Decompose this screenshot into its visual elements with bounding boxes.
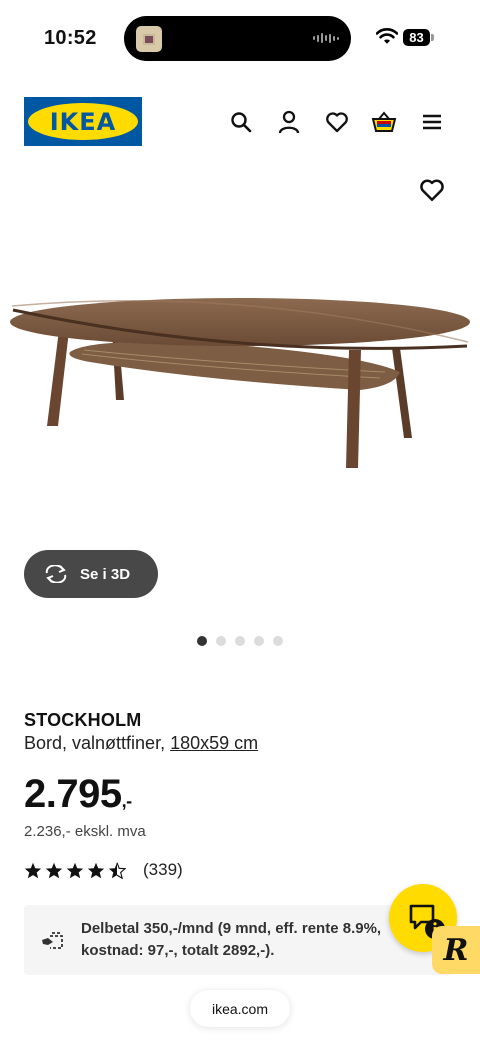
cart-icon[interactable] — [371, 109, 397, 135]
status-time: 10:52 — [44, 27, 97, 49]
product-rating[interactable]: (339) — [24, 860, 183, 880]
logo-text: IKEA — [49, 107, 117, 136]
star-half-icon — [108, 862, 126, 879]
view-in-3d-button[interactable]: Se i 3D — [24, 550, 158, 598]
menu-icon[interactable] — [419, 109, 445, 135]
status-bar: 10:52 83 — [0, 0, 480, 78]
view-in-3d-label: Se i 3D — [80, 565, 131, 583]
carousel-dot[interactable] — [235, 636, 245, 646]
carousel-dot[interactable] — [273, 636, 283, 646]
product-size-link[interactable]: 180x59 cm — [170, 733, 258, 753]
star-full-icon — [45, 862, 63, 878]
site-header: IKEA — [0, 97, 480, 147]
extension-badge-icon[interactable]: R — [432, 926, 480, 974]
wishlist-heart-icon[interactable] — [324, 109, 350, 135]
product-price: 2.795,- — [24, 772, 132, 817]
battery-tip — [431, 34, 434, 41]
financing-text: Delbetal 350,-/mnd (9 mnd, eff. rente 8.… — [81, 920, 382, 959]
installment-icon — [42, 932, 63, 949]
audio-wave-icon — [313, 33, 339, 43]
star-full-icon — [87, 862, 105, 878]
product-description: Bord, valnøttfiner, 180x59 cm — [24, 733, 258, 754]
star-full-icon — [66, 862, 84, 878]
carousel-dot[interactable] — [254, 636, 264, 646]
add-to-favorites-heart-icon[interactable] — [419, 177, 445, 203]
price-suffix: ,- — [121, 791, 133, 811]
account-icon[interactable] — [276, 109, 302, 135]
now-playing-thumbnail — [136, 26, 162, 52]
browser-url-bar[interactable]: ikea.com — [190, 990, 290, 1027]
dynamic-island[interactable] — [124, 16, 351, 61]
wifi-icon — [376, 28, 398, 44]
price-value: 2.795 — [24, 772, 122, 816]
search-icon[interactable] — [228, 109, 254, 135]
price-ex-vat: 2.236,- ekskl. mva — [24, 823, 146, 840]
carousel-dot[interactable] — [216, 636, 226, 646]
battery-indicator: 83 — [403, 29, 430, 46]
ikea-logo[interactable]: IKEA — [24, 97, 142, 146]
rating-count: (339) — [143, 860, 183, 879]
rotate-3d-icon — [45, 565, 67, 583]
product-type: Bord, valnøttfiner, — [24, 733, 171, 753]
product-name: STOCKHOLM — [24, 710, 142, 730]
carousel-dot[interactable] — [197, 636, 207, 646]
image-carousel-dots — [197, 636, 283, 646]
star-full-icon — [24, 862, 42, 878]
product-image[interactable] — [0, 250, 480, 510]
